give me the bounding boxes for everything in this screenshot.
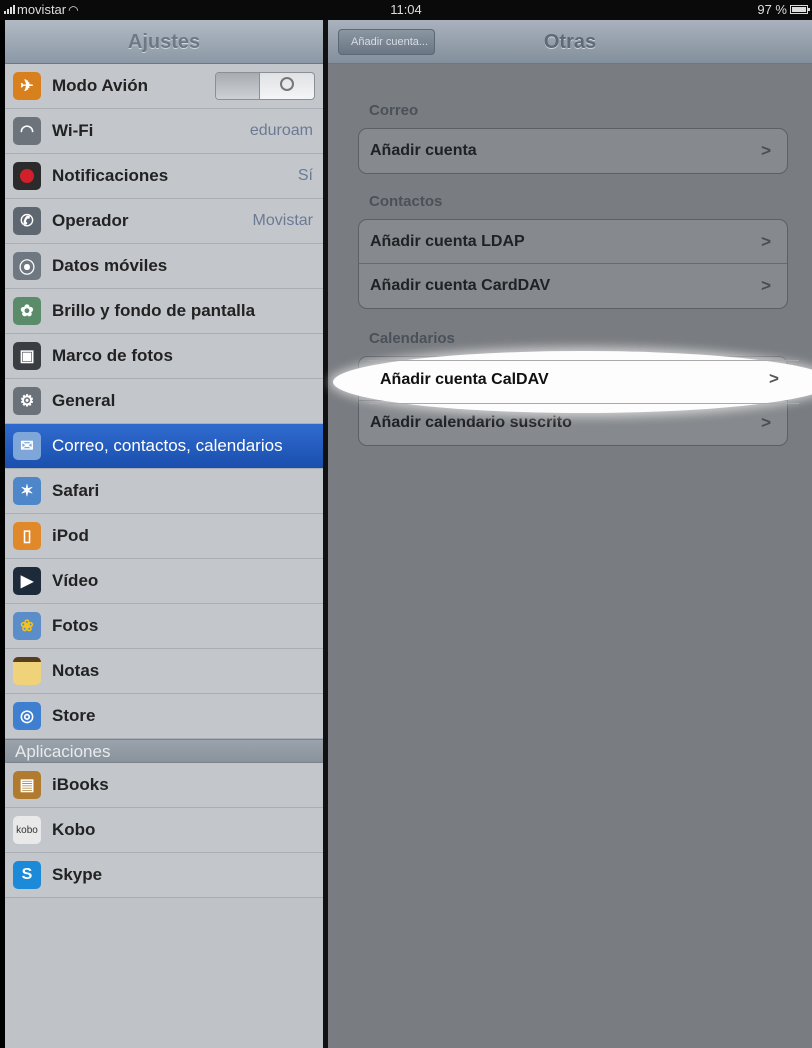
settings-item-safari[interactable]: ✶ Safari — [5, 469, 323, 514]
chevron-right-icon: > — [761, 276, 771, 295]
app-store-icon: ◎ — [13, 702, 41, 730]
settings-item-label: General — [52, 391, 116, 410]
settings-item-label: Skype — [52, 865, 103, 884]
settings-item-label: Notas — [52, 661, 100, 680]
chevron-right-icon: > — [761, 141, 771, 160]
settings-item-value: Sí — [297, 167, 313, 184]
compass-icon: ✶ — [13, 477, 41, 505]
settings-item-label: iPod — [52, 526, 89, 545]
antenna-icon: ⦿ — [13, 252, 41, 280]
flower-icon: ✿ — [13, 297, 41, 325]
detail-pane: Añadir cuenta... Otras Correo Añadir cue… — [328, 20, 812, 1048]
settings-item-video[interactable]: ▶ Vídeo — [5, 559, 323, 604]
settings-item-notes[interactable]: Notas — [5, 649, 323, 694]
settings-item-label: Kobo — [52, 820, 96, 839]
cell-label: Añadir calendario suscrito — [370, 414, 572, 431]
cell-label: Añadir cuenta CardDAV — [370, 277, 551, 294]
settings-item-skype[interactable]: S Skype — [5, 853, 323, 898]
sunflower-icon: ❀ — [13, 612, 41, 640]
settings-item-label: Operador — [52, 211, 129, 230]
wifi-icon: ◠ — [13, 117, 41, 145]
add-ldap-account-cell[interactable]: Añadir cuenta LDAP > — [359, 220, 787, 264]
settings-item-label: Wi-Fi — [52, 121, 94, 140]
photo-frame-icon: ▣ — [13, 342, 41, 370]
caldav-highlight-spotlight[interactable]: Añadir cuenta CalDAV > — [333, 351, 812, 413]
detail-navbar: Añadir cuenta... Otras — [328, 20, 812, 64]
settings-item-label: Modo Avión — [52, 76, 148, 95]
settings-item-photos[interactable]: ❀ Fotos — [5, 604, 323, 649]
cell-label: Añadir cuenta — [370, 142, 477, 159]
mail-icon: ✉ — [13, 432, 41, 460]
battery-percent: 97 % — [757, 2, 787, 17]
settings-item-label: iBooks — [52, 775, 109, 794]
settings-item-notifications[interactable]: Notificaciones Sí — [5, 154, 323, 199]
settings-item-value: eduroam — [249, 122, 313, 139]
notifications-icon — [13, 162, 41, 190]
settings-item-picture-frame[interactable]: ▣ Marco de fotos — [5, 334, 323, 379]
settings-item-label: Datos móviles — [52, 256, 168, 275]
highlighted-cell-label: Añadir cuenta CalDAV — [380, 371, 549, 388]
section-header-contacts: Contactos — [369, 193, 443, 210]
toggle-off-icon — [280, 77, 294, 91]
settings-item-value: Movistar — [252, 212, 313, 229]
settings-item-label: Store — [52, 706, 96, 725]
gear-icon: ⚙ — [13, 387, 41, 415]
section-header-mail: Correo — [369, 102, 419, 119]
settings-item-brightness-wallpaper[interactable]: ✿ Brillo y fondo de pantalla — [5, 289, 323, 334]
notepad-icon — [13, 657, 41, 685]
settings-item-wifi[interactable]: ◠ Wi-Fi eduroam — [5, 109, 323, 154]
contacts-group: Añadir cuenta LDAP > Añadir cuenta CardD… — [358, 219, 788, 309]
phone-icon: ✆ — [13, 207, 41, 235]
settings-item-label: Marco de fotos — [52, 346, 173, 365]
settings-item-ibooks[interactable]: ▤ iBooks — [5, 763, 323, 808]
airplane-mode-toggle[interactable] — [215, 72, 315, 100]
skype-logo: S — [13, 861, 41, 889]
master-title: Ajustes — [127, 31, 201, 53]
settings-item-label: Safari — [52, 481, 100, 500]
settings-item-carrier[interactable]: ✆ Operador Movistar — [5, 199, 323, 244]
battery-icon — [790, 5, 810, 14]
chevron-right-icon: > — [761, 413, 771, 432]
status-bar: movistar ◠ 11:04 97 % — [0, 0, 812, 20]
ipod-icon: ▯ — [13, 522, 41, 550]
settings-item-general[interactable]: ⚙ General — [5, 379, 323, 424]
settings-item-mail-contacts-calendars[interactable]: ✉ Correo, contactos, calendarios — [5, 424, 323, 469]
add-account-cell[interactable]: Añadir cuenta > — [359, 129, 787, 173]
chevron-right-icon: > — [769, 369, 779, 388]
add-carddav-account-cell[interactable]: Añadir cuenta CardDAV > — [359, 264, 787, 308]
settings-master-pane: Ajustes ✈ Modo Avión ◠ Wi-Fi eduroam Not… — [5, 20, 323, 1048]
section-header-calendars: Calendarios — [369, 330, 455, 347]
apps-section-header: Aplicaciones — [5, 739, 323, 763]
battery-indicator: 97 % — [757, 2, 810, 17]
cell-label: Añadir cuenta LDAP — [370, 232, 525, 250]
settings-item-label: Brillo y fondo de pantalla — [52, 301, 256, 320]
settings-item-ipod[interactable]: ▯ iPod — [5, 514, 323, 559]
airplane-icon: ✈ — [13, 72, 41, 100]
kobo-logo: kobo — [13, 816, 41, 844]
detail-title: Otras — [543, 31, 597, 53]
settings-item-store[interactable]: ◎ Store — [5, 694, 323, 739]
toggle-knob — [216, 73, 260, 99]
settings-item-label: Notificaciones — [52, 166, 169, 185]
settings-item-kobo[interactable]: kobo Kobo — [5, 808, 323, 853]
settings-item-cellular-data[interactable]: ⦿ Datos móviles — [5, 244, 323, 289]
settings-item-label: Correo, contactos, calendarios — [52, 436, 283, 455]
video-icon: ▶ — [13, 567, 41, 595]
settings-item-airplane-mode[interactable]: ✈ Modo Avión — [5, 64, 323, 109]
master-navbar: Ajustes — [5, 20, 323, 64]
clock: 11:04 — [390, 2, 422, 17]
chevron-right-icon: > — [761, 232, 771, 251]
settings-item-label: Fotos — [52, 616, 99, 635]
book-icon: ▤ — [13, 771, 41, 799]
settings-item-label: Vídeo — [52, 571, 99, 590]
mail-group: Añadir cuenta > — [358, 128, 788, 174]
